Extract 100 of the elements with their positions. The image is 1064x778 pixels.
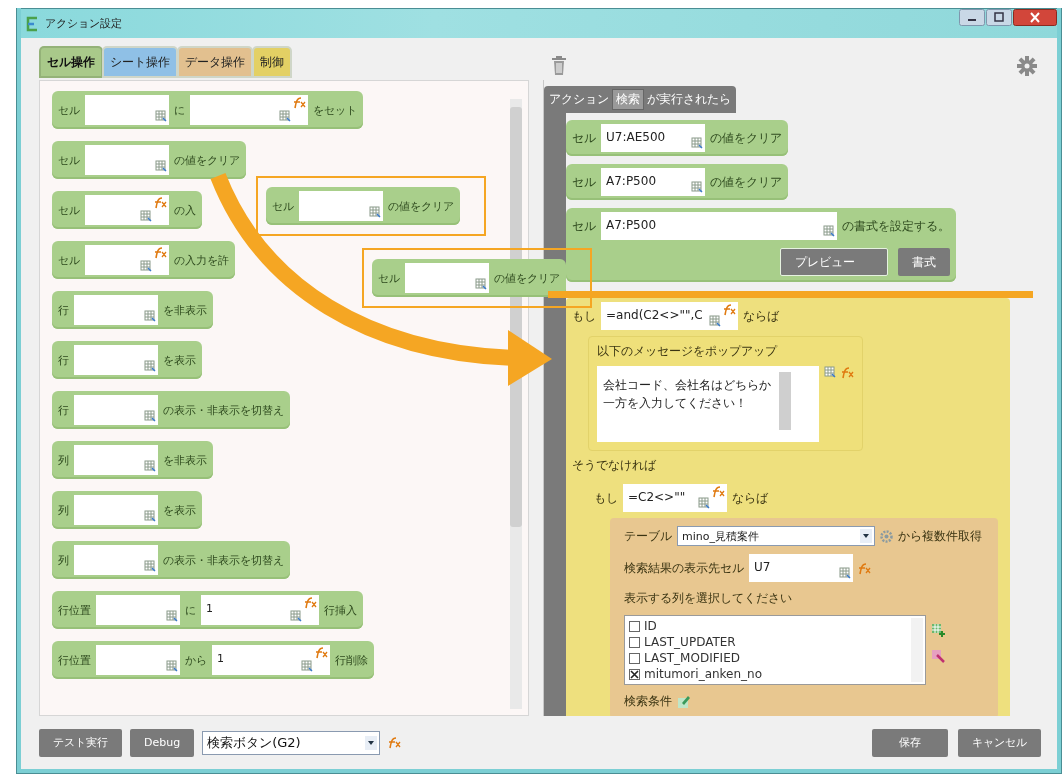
formula-icon[interactable] — [388, 736, 402, 749]
grid-icon[interactable] — [290, 610, 302, 622]
footer-button[interactable]: Debug — [130, 728, 195, 757]
cell-block[interactable]: セル U7:AE500 の値をクリア — [566, 120, 788, 156]
tab[interactable]: セル操作 — [41, 48, 101, 76]
grid-icon[interactable] — [691, 137, 703, 149]
tab[interactable]: シート操作 — [104, 48, 176, 76]
message-field[interactable]: 会社コード、会社名はどちらか一方を入力してください！ — [597, 366, 819, 442]
cell-field[interactable] — [74, 395, 158, 425]
column-option[interactable]: mitumori_anken_no — [644, 667, 763, 681]
dragged-block[interactable]: セル の値をクリア — [266, 187, 460, 225]
cell-field[interactable]: U7:AE500 — [601, 124, 705, 152]
cell-field[interactable] — [74, 295, 158, 325]
formula-icon[interactable] — [154, 196, 167, 209]
grid-icon[interactable] — [155, 110, 167, 122]
tab[interactable]: データ操作 — [179, 48, 251, 76]
cell-field[interactable] — [85, 95, 169, 125]
maximize-icon[interactable] — [986, 9, 1012, 26]
grid-icon[interactable] — [824, 366, 836, 378]
cell-field[interactable]: =and(C2<>"",C — [601, 302, 738, 330]
cell-field[interactable] — [96, 595, 180, 625]
footer-button[interactable]: キャンセル — [958, 728, 1041, 757]
checkbox[interactable] — [629, 620, 640, 632]
table-fetch-block[interactable]: テーブル mino_見積案件 から複数件取得 検索結果の表示先セル U7 表示する列を選択してください ID LAST_UPDATER LAST_MODIFIED mitumori_anken_no 検索条件 — [610, 518, 998, 716]
grid-icon[interactable] — [691, 181, 703, 193]
cell-field[interactable]: A7:P500 — [601, 168, 705, 196]
grid-icon[interactable] — [839, 567, 851, 579]
cell-field[interactable] — [85, 245, 169, 275]
cell-field[interactable] — [74, 345, 158, 375]
cell-field[interactable]: U7 — [749, 554, 853, 582]
formula-icon[interactable] — [722, 303, 736, 316]
formula-icon[interactable] — [841, 366, 854, 379]
cell-field[interactable] — [299, 191, 383, 221]
popup-block[interactable]: 以下のメッセージをポップアップ 会社コード、会社名はどちらか一方を入力してください！ — [588, 336, 863, 451]
cell-field[interactable] — [74, 445, 158, 475]
eraser-icon[interactable] — [931, 649, 945, 663]
grid-icon[interactable] — [155, 160, 167, 172]
footer-button[interactable]: 保存 — [872, 728, 948, 757]
cell-field[interactable] — [405, 263, 489, 293]
trash-icon[interactable] — [551, 54, 567, 76]
grid-icon[interactable] — [144, 410, 156, 422]
dragged-block[interactable]: セル の値をクリア — [372, 259, 566, 297]
cell-field[interactable] — [74, 545, 158, 575]
cell-field[interactable]: 1 — [212, 645, 330, 675]
palette-block[interactable]: セル の入力を許 — [52, 241, 235, 279]
format-button[interactable]: 書式 — [898, 248, 950, 276]
grid-icon[interactable] — [140, 260, 152, 272]
minimize-icon[interactable] — [959, 9, 985, 26]
grid-icon[interactable] — [279, 110, 291, 122]
formula-icon[interactable] — [293, 96, 306, 109]
palette-block[interactable]: 列 を非表示 — [52, 441, 213, 479]
grid-plus-icon[interactable] — [931, 623, 945, 637]
formula-icon[interactable] — [858, 561, 871, 575]
column-option[interactable]: ID — [644, 619, 657, 633]
action-select[interactable]: 検索ボタン(G2) — [202, 730, 381, 755]
format-button[interactable]: プレビュー — [780, 248, 888, 276]
cell-field[interactable] — [74, 495, 158, 525]
tab[interactable]: 制御 — [254, 48, 290, 76]
palette-block[interactable]: 行 を表示 — [52, 341, 202, 379]
grid-icon[interactable] — [140, 210, 152, 222]
footer-button[interactable]: テスト実行 — [39, 728, 122, 757]
checkbox[interactable] — [629, 668, 640, 680]
grid-icon[interactable] — [144, 460, 156, 472]
palette-block[interactable]: 行 の表示・非表示を切替え — [52, 391, 290, 429]
close-icon[interactable] — [1013, 9, 1057, 26]
grid-icon[interactable] — [166, 610, 178, 622]
palette-block[interactable]: 行 を非表示 — [52, 291, 213, 329]
grid-icon[interactable] — [698, 497, 710, 509]
palette-block[interactable]: 列 を表示 — [52, 491, 202, 529]
cell-field[interactable] — [85, 145, 169, 175]
grid-icon[interactable] — [144, 510, 156, 522]
palette-block[interactable]: 列 の表示・非表示を切替え — [52, 541, 290, 579]
cell-field[interactable] — [85, 195, 169, 225]
cell-field[interactable] — [190, 95, 308, 125]
cell-field[interactable] — [96, 645, 180, 675]
palette-block[interactable]: セル に をセット — [52, 91, 363, 129]
grid-icon[interactable] — [144, 560, 156, 572]
cell-field[interactable]: 1 — [201, 595, 319, 625]
grid-icon[interactable] — [708, 315, 721, 327]
table-select[interactable]: mino_見積案件 — [677, 526, 875, 546]
settings-icon[interactable] — [1017, 56, 1037, 76]
gear-icon[interactable] — [880, 529, 893, 543]
checkbox[interactable] — [629, 652, 640, 664]
format-block[interactable]: セル A7:P500 の書式を設定する。 プレビュー 書式 — [566, 208, 956, 282]
formula-icon[interactable] — [304, 596, 317, 609]
formula-icon[interactable] — [712, 485, 725, 498]
formula-icon[interactable] — [154, 246, 167, 259]
palette-block[interactable]: セル の入 — [52, 191, 202, 229]
grid-icon[interactable] — [166, 660, 178, 672]
palette-block[interactable]: 行位置 に 1 行挿入 — [52, 591, 363, 629]
formula-icon[interactable] — [315, 646, 328, 659]
cell-block[interactable]: セル A7:P500 の値をクリア — [566, 164, 788, 200]
palette-block[interactable]: セル の値をクリア — [52, 141, 246, 179]
grid-icon[interactable] — [144, 310, 156, 322]
checkbox[interactable] — [629, 636, 640, 648]
grid-icon[interactable] — [301, 660, 313, 672]
column-option[interactable]: LAST_UPDATER — [644, 635, 736, 649]
grid-icon[interactable] — [369, 206, 381, 218]
grid-icon[interactable] — [144, 360, 156, 372]
if-block[interactable]: もし =and(C2<>"",C ならば 以下のメッセージをポップアップ 会社コード、会社名はどちらか一方を入力してください！ そうでなければ もし =C2<>"" ならば テーブル mino_見積案件 から複数件取得 検索結果の表示先セル U7 表示する列を選択してください ID LAST_UPDATER LAST_MODIFIED mitumori_anken_no 検索条件 — [566, 298, 1010, 716]
